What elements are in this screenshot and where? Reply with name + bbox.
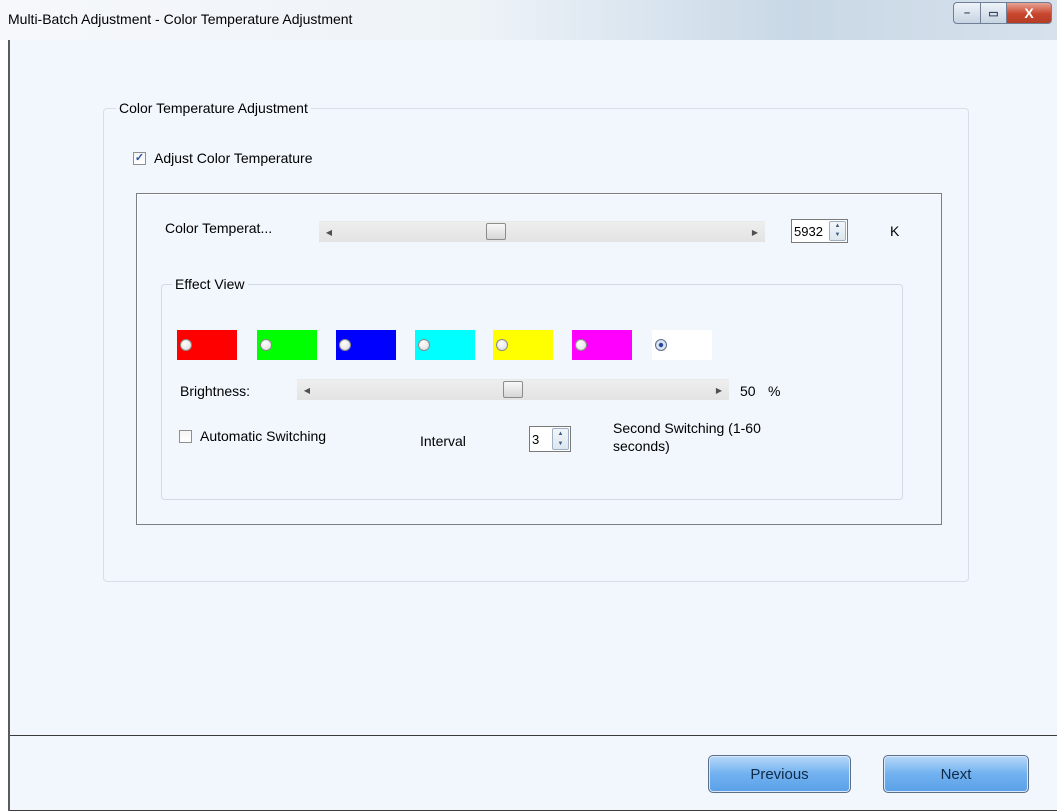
swatch-cyan[interactable] xyxy=(415,330,475,360)
interval-spin-up-icon[interactable]: ▲ xyxy=(553,429,568,439)
window-title: Multi-Batch Adjustment - Color Temperatu… xyxy=(8,11,353,27)
interval-input[interactable] xyxy=(532,430,552,448)
brightness-unit: % xyxy=(768,383,781,399)
swatch-green[interactable] xyxy=(257,330,317,360)
adjust-color-temperature-checkbox[interactable]: ✓ Adjust Color Temperature xyxy=(133,150,312,166)
automatic-switching-checkbox-box[interactable] xyxy=(179,429,192,443)
color-temperature-settings-panel: Color Temperat... ◀ ▶ ▲ ▼ K Effect View … xyxy=(136,193,942,525)
color-temperature-input[interactable] xyxy=(794,222,828,240)
dialog-client-area: Color Temperature Adjustment ✓ Adjust Co… xyxy=(8,40,1057,811)
interval-spinbox[interactable]: ▲ ▼ xyxy=(529,426,571,452)
brightness-slider[interactable]: ◀ ▶ xyxy=(297,379,729,400)
previous-button[interactable]: Previous xyxy=(708,755,851,793)
title-bar: Multi-Batch Adjustment - Color Temperatu… xyxy=(0,0,1057,40)
color-temperature-group-legend: Color Temperature Adjustment xyxy=(116,100,311,116)
brightness-left-arrow-icon[interactable]: ◀ xyxy=(301,383,313,397)
brightness-slider-thumb[interactable] xyxy=(503,381,523,398)
spin-up-icon[interactable]: ▲ xyxy=(830,222,845,231)
checkmark-icon: ✓ xyxy=(134,151,145,164)
swatch-red[interactable] xyxy=(177,330,237,360)
kelvin-unit-label: K xyxy=(890,223,900,239)
adjust-color-temperature-checkbox-box[interactable]: ✓ xyxy=(133,151,146,165)
adjust-color-temperature-label: Adjust Color Temperature xyxy=(154,150,313,166)
swatch-radio-green[interactable] xyxy=(260,339,272,351)
spin-down-icon[interactable]: ▼ xyxy=(830,231,845,240)
next-button[interactable]: Next xyxy=(883,755,1029,793)
effect-view-legend: Effect View xyxy=(172,276,248,292)
swatch-radio-magenta[interactable] xyxy=(575,339,587,351)
swatch-radio-blue[interactable] xyxy=(339,339,351,351)
dialog-footer: Previous Next xyxy=(10,735,1057,811)
automatic-switching-checkbox[interactable]: Automatic Switching xyxy=(179,428,326,444)
swatch-radio-cyan[interactable] xyxy=(418,339,430,351)
brightness-value: 50 xyxy=(740,383,756,399)
interval-spin-buttons[interactable]: ▲ ▼ xyxy=(552,428,569,450)
color-temperature-spin-buttons[interactable]: ▲ ▼ xyxy=(829,221,846,241)
swatch-blue[interactable] xyxy=(336,330,396,360)
swatch-radio-red[interactable] xyxy=(180,339,192,351)
brightness-right-arrow-icon[interactable]: ▶ xyxy=(713,383,725,397)
interval-spin-down-icon[interactable]: ▼ xyxy=(553,439,568,449)
color-temperature-group: Color Temperature Adjustment ✓ Adjust Co… xyxy=(103,100,969,582)
brightness-label: Brightness: xyxy=(180,383,251,399)
color-temperature-slider-thumb[interactable] xyxy=(486,223,506,240)
slider-right-arrow-icon[interactable]: ▶ xyxy=(749,225,761,239)
effect-view-group: Effect View Brightness: ◀ ▶ 50 % Automat… xyxy=(161,276,903,500)
swatch-radio-white[interactable] xyxy=(655,339,667,351)
interval-label: Interval xyxy=(420,433,466,449)
swatch-white[interactable] xyxy=(652,330,712,360)
interval-suffix-line1: Second Switching (1-60 xyxy=(613,420,761,436)
swatch-magenta[interactable] xyxy=(572,330,632,360)
automatic-switching-label: Automatic Switching xyxy=(200,428,327,444)
swatch-radio-yellow[interactable] xyxy=(496,339,508,351)
maximize-button[interactable]: ▭ xyxy=(981,2,1007,24)
close-button[interactable]: X xyxy=(1007,2,1052,24)
color-temperature-slider[interactable]: ◀ ▶ xyxy=(319,221,765,242)
slider-left-arrow-icon[interactable]: ◀ xyxy=(323,225,335,239)
swatch-yellow[interactable] xyxy=(493,330,553,360)
minimize-button[interactable]: – xyxy=(953,2,981,24)
color-temperature-label: Color Temperat... xyxy=(165,220,273,236)
color-temperature-spinbox[interactable]: ▲ ▼ xyxy=(791,219,848,243)
interval-suffix-line2: seconds) xyxy=(613,438,670,454)
window-controls: – ▭ X xyxy=(953,2,1052,24)
